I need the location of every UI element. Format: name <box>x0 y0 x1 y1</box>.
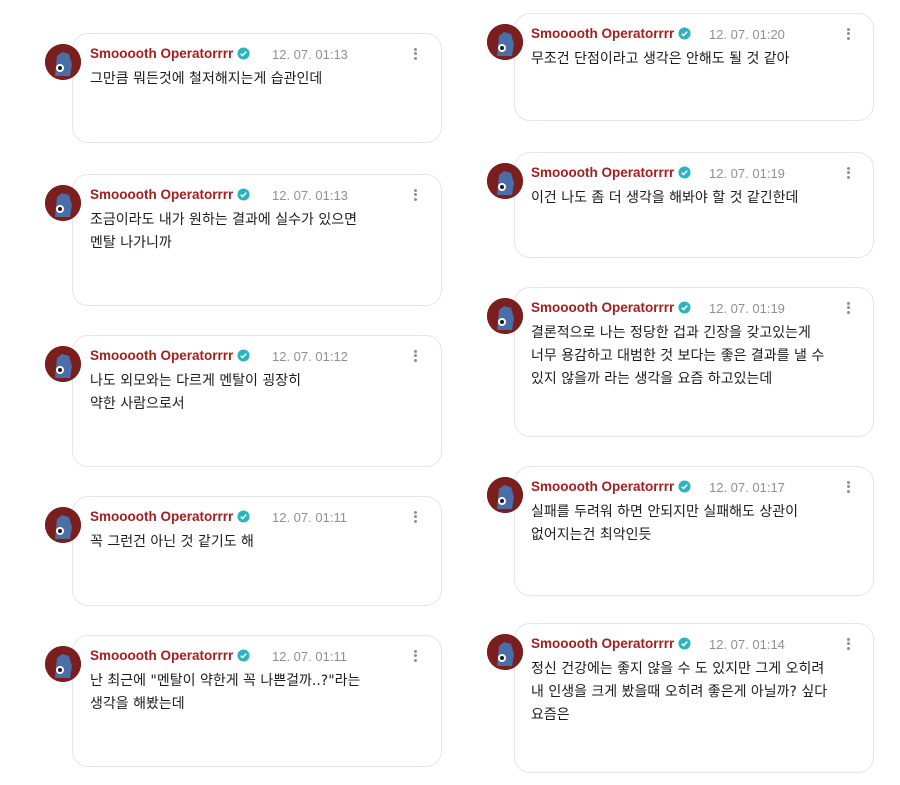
more-vertical-icon[interactable] <box>841 300 855 316</box>
post-timestamp: 12. 07. 01:13 <box>272 188 348 203</box>
author-name[interactable]: Smooooth Operatorrrr <box>90 648 250 663</box>
avatar[interactable] <box>45 646 81 682</box>
verified-badge-icon <box>678 166 691 179</box>
verified-badge-icon <box>237 188 250 201</box>
post-text: 그만큼 뭐든것에 철저해지는게 습관인데 <box>90 71 323 87</box>
avatar[interactable] <box>487 477 523 513</box>
post-timestamp: 12. 07. 01:19 <box>709 301 785 316</box>
post-text: 이건 나도 좀 더 생각을 해봐야 할 것 같긴한데 <box>531 190 799 206</box>
author-name[interactable]: Smooooth Operatorrrr <box>90 348 250 363</box>
author-name[interactable]: Smooooth Operatorrrr <box>531 636 691 651</box>
post-timestamp: 12. 07. 01:11 <box>272 510 347 525</box>
avatar[interactable] <box>487 634 523 670</box>
more-vertical-icon[interactable] <box>408 187 422 203</box>
post-text: 실패를 두려워 하면 안되지만 실패해도 상관이 없어지는건 최악인듯 <box>531 504 798 543</box>
avatar[interactable] <box>487 163 523 199</box>
author-name[interactable]: Smooooth Operatorrrr <box>90 509 250 524</box>
more-vertical-icon[interactable] <box>408 648 422 664</box>
verified-badge-icon <box>678 637 691 650</box>
verified-badge-icon <box>678 27 691 40</box>
avatar[interactable] <box>45 346 81 382</box>
more-vertical-icon[interactable] <box>841 636 855 652</box>
avatar[interactable] <box>45 507 81 543</box>
post-text: 나도 외모와는 다르게 멘탈이 굉장히 약한 사람으로서 <box>90 373 301 412</box>
avatar[interactable] <box>487 298 523 334</box>
post-text: 정신 건강에는 좋지 않을 수 도 있지만 그게 오히려 내 인생을 크게 봤을… <box>531 661 828 723</box>
verified-badge-icon <box>237 510 250 523</box>
post-timestamp: 12. 07. 01:11 <box>272 649 347 664</box>
author-name[interactable]: Smooooth Operatorrrr <box>531 26 691 41</box>
verified-badge-icon <box>237 349 250 362</box>
post-timestamp: 12. 07. 01:14 <box>709 637 785 652</box>
post-text: 결론적으로 나는 정당한 겁과 긴장을 갖고있는게 너무 용감하고 대범한 것 … <box>531 325 825 387</box>
post-timestamp: 12. 07. 01:12 <box>272 349 348 364</box>
author-name[interactable]: Smooooth Operatorrrr <box>90 46 250 61</box>
verified-badge-icon <box>678 301 691 314</box>
author-name[interactable]: Smooooth Operatorrrr <box>531 479 691 494</box>
post-timestamp: 12. 07. 01:19 <box>709 166 785 181</box>
avatar[interactable] <box>45 185 81 221</box>
verified-badge-icon <box>678 480 691 493</box>
author-name[interactable]: Smooooth Operatorrrr <box>90 187 250 202</box>
more-vertical-icon[interactable] <box>408 348 422 364</box>
more-vertical-icon[interactable] <box>841 26 855 42</box>
post-timestamp: 12. 07. 01:17 <box>709 480 785 495</box>
post-text: 난 최근에 "멘탈이 약한게 꼭 나쁜걸까..?"라는 생각을 해봤는데 <box>90 673 361 712</box>
avatar[interactable] <box>45 44 81 80</box>
verified-badge-icon <box>237 649 250 662</box>
post-text: 꼭 그런건 아닌 것 같기도 해 <box>90 534 254 550</box>
more-vertical-icon[interactable] <box>841 479 855 495</box>
verified-badge-icon <box>237 47 250 60</box>
post-text: 조금이라도 내가 원하는 결과에 실수가 있으면 멘탈 나가니까 <box>90 212 357 251</box>
more-vertical-icon[interactable] <box>408 46 422 62</box>
post-timestamp: 12. 07. 01:20 <box>709 27 785 42</box>
post-timestamp: 12. 07. 01:13 <box>272 47 348 62</box>
avatar[interactable] <box>487 24 523 60</box>
author-name[interactable]: Smooooth Operatorrrr <box>531 165 691 180</box>
post-text: 무조건 단점이라고 생각은 안해도 될 것 같아 <box>531 51 790 67</box>
more-vertical-icon[interactable] <box>408 509 422 525</box>
author-name[interactable]: Smooooth Operatorrrr <box>531 300 691 315</box>
more-vertical-icon[interactable] <box>841 165 855 181</box>
